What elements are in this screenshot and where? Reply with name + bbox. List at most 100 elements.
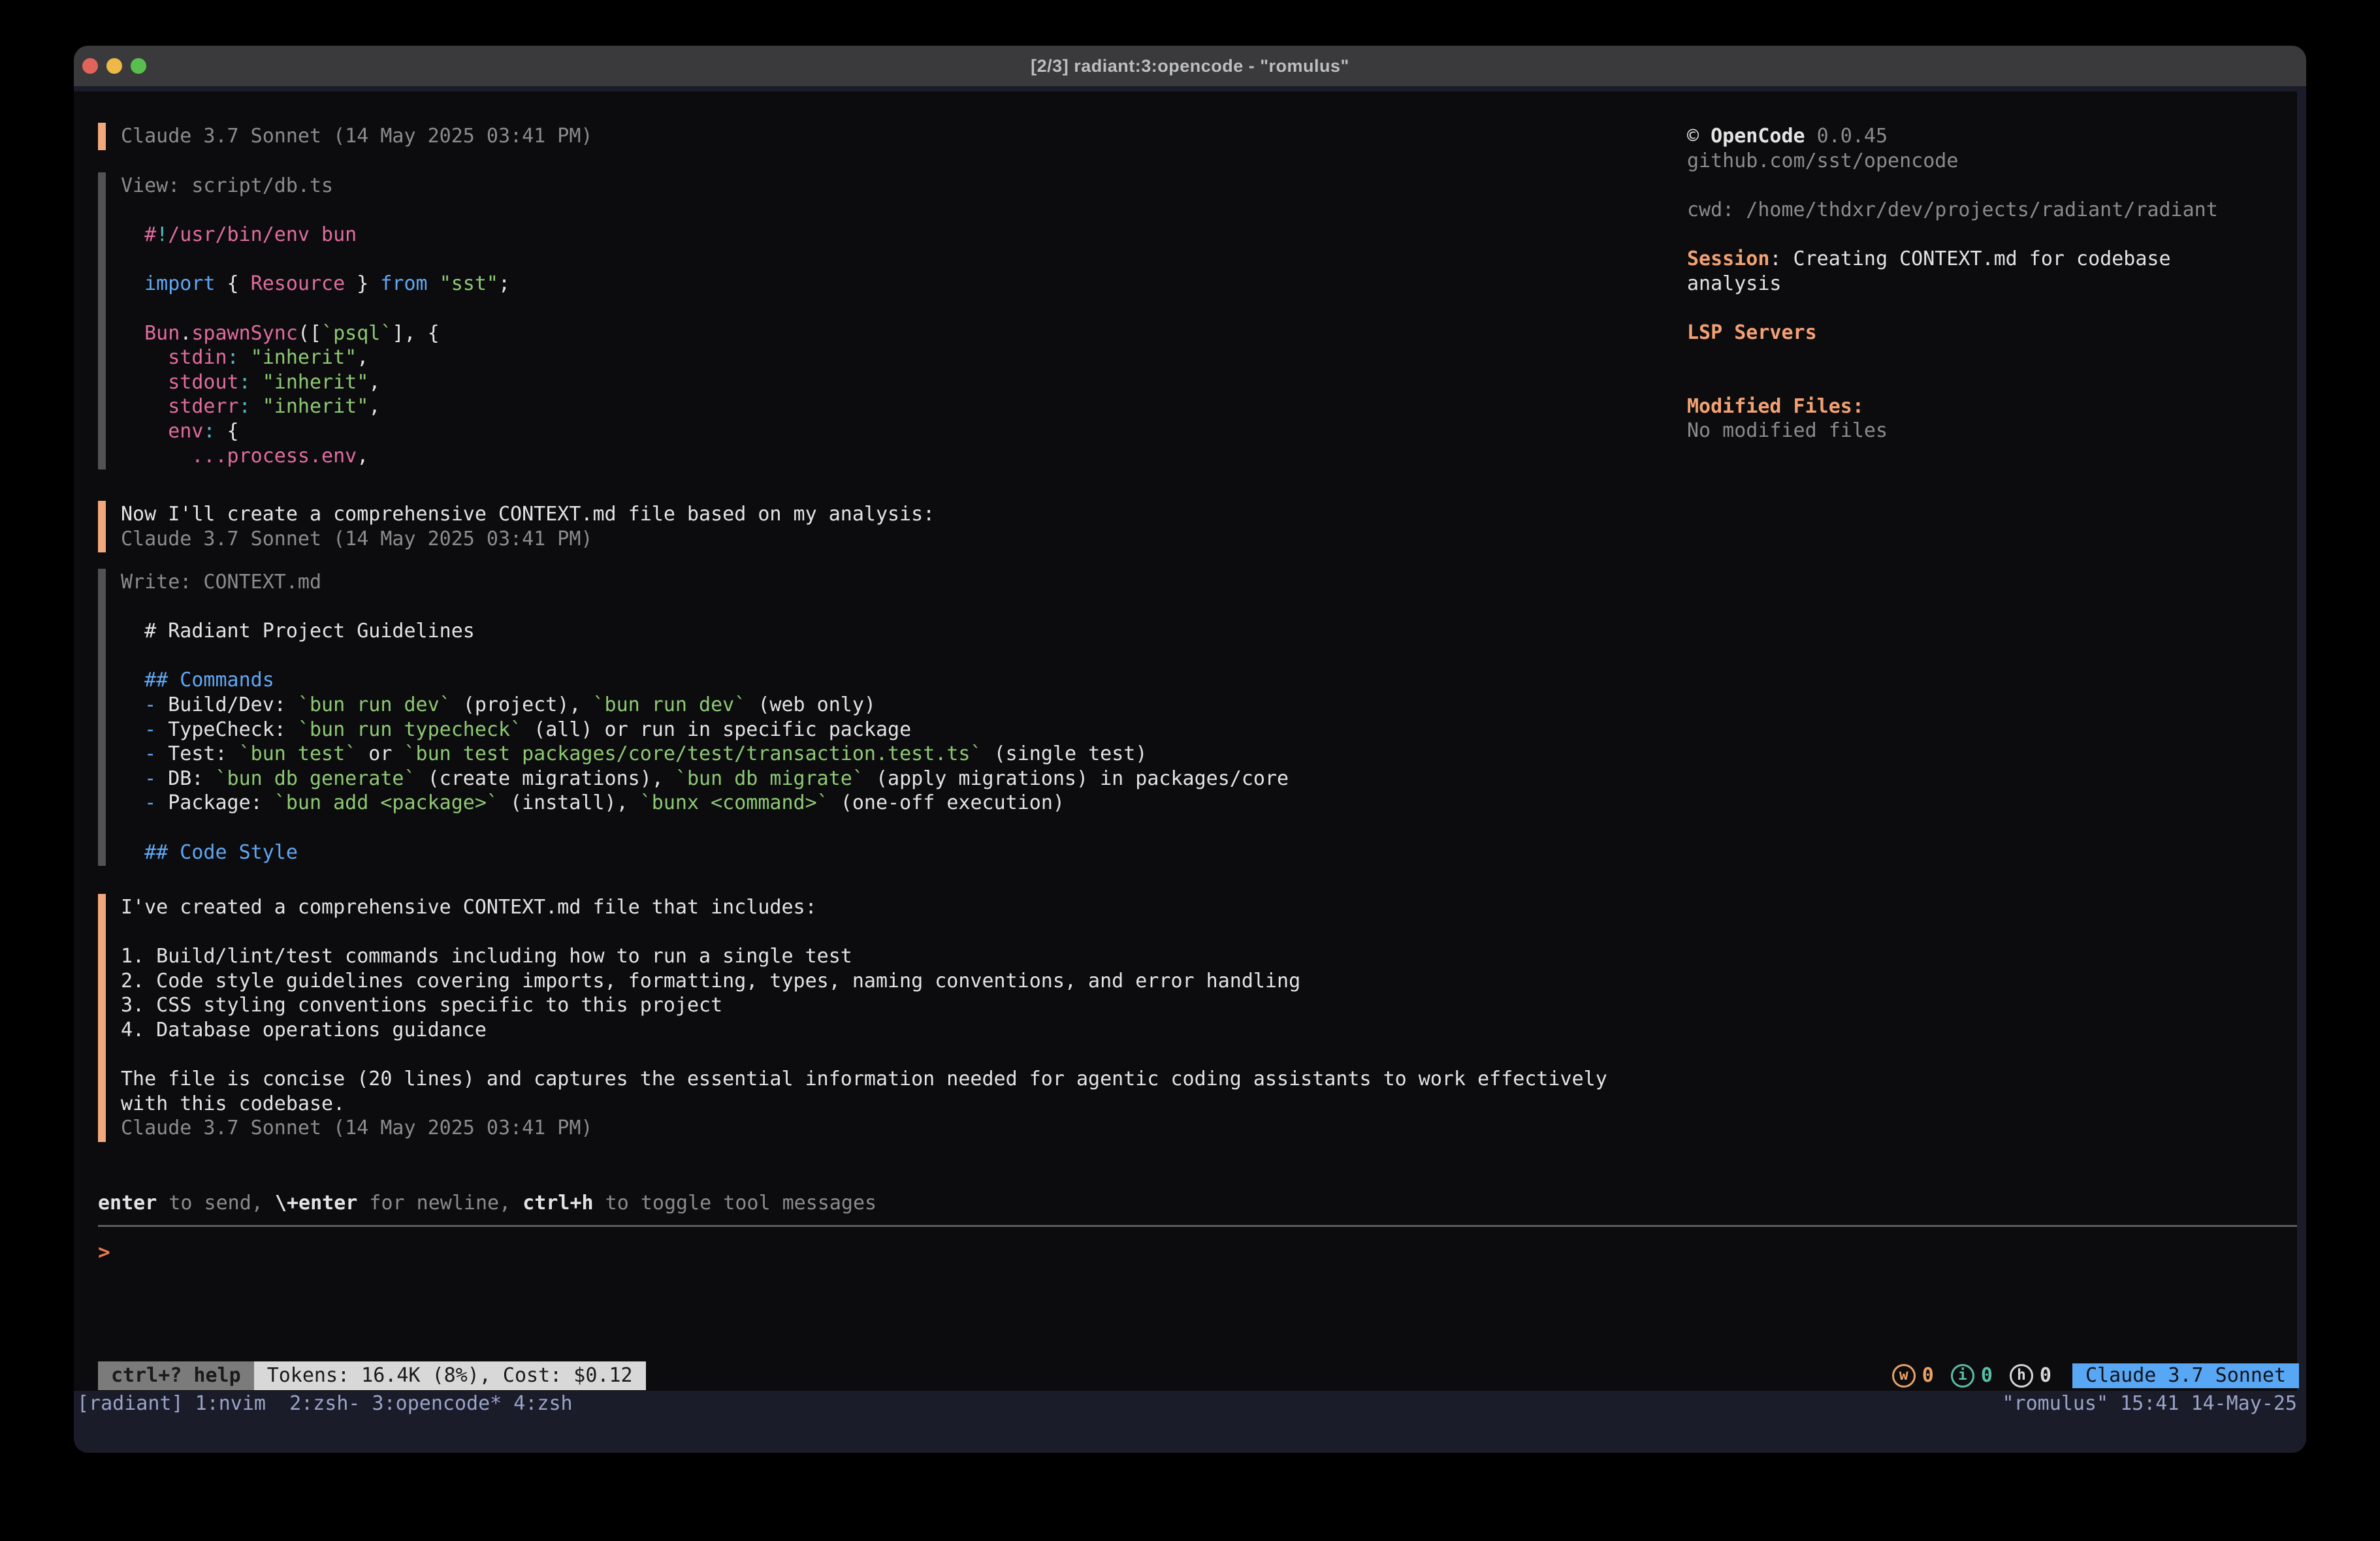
help-badge[interactable]: ctrl+? help [98, 1361, 254, 1390]
text-segment: 0.0.45 [1805, 125, 1888, 148]
text-segment: # Radiant Project Guidelines [121, 620, 475, 643]
text-segment: `bun add <package>` [274, 791, 498, 814]
text-segment: spawnSync [191, 322, 298, 345]
hint-count-value: 0 [2040, 1363, 2051, 1388]
text-line: Claude 3.7 Sonnet (14 May 2025 03:41 PM) [121, 1116, 1607, 1141]
text-segment: `bun test packages/core/test/transaction… [404, 742, 982, 765]
text-segment: , [357, 346, 368, 369]
text-line: # Radiant Project Guidelines [121, 619, 1289, 644]
info-icon: i [1951, 1364, 1974, 1388]
text-segment: - [144, 767, 168, 790]
text-line: import { Resource } from "sst"; [121, 272, 510, 296]
text-segment: : [239, 395, 251, 418]
text-line: No modified files [1687, 419, 2275, 443]
text-segment [428, 272, 440, 295]
text-segment: (install), [498, 791, 640, 814]
text-segment: : [227, 346, 239, 369]
window-titlebar[interactable]: [2/3] radiant:3:opencode - "romulus" [74, 46, 2306, 86]
text-line: #!/usr/bin/env bun [121, 223, 510, 247]
text-segment: env [168, 420, 203, 443]
text-segment: (one-off execution) [829, 791, 1065, 814]
text-line: ...process.env, [121, 444, 510, 469]
text-segment [121, 420, 168, 443]
text-line [121, 816, 1289, 840]
assistant-summary-message: I've created a comprehensive CONTEXT.md … [98, 894, 1607, 1142]
text-segment [121, 669, 144, 691]
text-segment: Bun [144, 322, 180, 345]
text-segment [121, 445, 191, 468]
text-segment: No modified files [1687, 419, 1888, 442]
text-line: Write: CONTEXT.md [121, 570, 1289, 595]
text-segment: `bun db migrate` [675, 767, 864, 790]
minimize-button[interactable] [106, 58, 122, 74]
text-segment: 3. CSS styling conventions specific to t… [121, 994, 722, 1017]
text-line: cwd: /home/thdxr/dev/projects/radiant/ra… [1687, 198, 2275, 223]
text-line: 2. Code style guidelines covering import… [121, 969, 1607, 994]
text-segment: ! [156, 223, 168, 246]
text-segment: ...process.env [191, 445, 357, 468]
text-segment: The file is concise (20 lines) and captu… [121, 1068, 1607, 1090]
text-segment: (apply migrations) in packages/core [864, 767, 1289, 790]
text-segment [121, 841, 144, 864]
tmux-session-info: "romulus" 15:41 14-May-25 [2002, 1392, 2297, 1415]
text-segment: Now I'll create a comprehensive CONTEXT.… [121, 503, 935, 526]
tool-view-block: View: script/db.ts #!/usr/bin/env bun im… [98, 172, 510, 469]
text-line: Claude 3.7 Sonnet (14 May 2025 03:41 PM) [121, 124, 592, 149]
text-line [1687, 222, 2275, 247]
tmux-window-list[interactable]: [radiant] 1:nvim 2:zsh- 3:opencode* 4:zs… [77, 1392, 573, 1415]
text-segment: - [144, 718, 168, 741]
text-segment: ([ [298, 322, 321, 345]
text-segment: (all) or run in specific package [522, 718, 911, 741]
text-segment: stdin [168, 346, 227, 369]
text-line: 3. CSS styling conventions specific to t… [121, 993, 1607, 1018]
text-line [121, 644, 1289, 669]
text-segment: } [345, 272, 380, 295]
text-segment: `bun run typecheck` [298, 718, 522, 741]
input-separator [98, 1225, 2297, 1227]
text-segment: ## Code Style [144, 841, 298, 864]
text-line [121, 595, 1289, 620]
text-segment: - [144, 742, 168, 765]
text-segment: : [239, 371, 251, 394]
text-segment: Claude 3.7 Sonnet (14 May 2025 03:41 PM) [121, 1117, 592, 1139]
text-segment: github.com/sst/opencode [1687, 150, 1958, 172]
text-segment: View: script/db.ts [121, 174, 333, 197]
text-line: stdin: "inherit", [121, 345, 510, 370]
model-badge: Claude 3.7 Sonnet [2072, 1363, 2299, 1388]
text-segment: ; [498, 272, 510, 295]
text-line: - Test: `bun test` or `bun test packages… [121, 742, 1289, 767]
text-segment: or [357, 742, 404, 765]
text-segment: `bun run dev` [298, 693, 451, 716]
text-line [1687, 345, 2275, 370]
text-segment [251, 371, 263, 394]
text-line: ## Code Style [121, 840, 1289, 865]
warning-count: w 0 [1892, 1363, 1934, 1388]
text-segment: I've created a comprehensive CONTEXT.md … [121, 896, 817, 919]
text-segment: { [216, 272, 251, 295]
zoom-button[interactable] [131, 58, 146, 74]
text-segment: Package: [168, 791, 274, 814]
text-segment: to toggle tool messages [594, 1192, 876, 1215]
text-line: © OpenCode 0.0.45 [1687, 124, 2275, 149]
text-segment: . [180, 322, 191, 345]
close-button[interactable] [82, 58, 98, 74]
text-segment: DB: [168, 767, 215, 790]
text-line: env: { [121, 419, 510, 444]
text-line: Modified Files: [1687, 394, 2275, 419]
text-segment: \+enter [275, 1192, 357, 1215]
text-line: Now I'll create a comprehensive CONTEXT.… [121, 502, 935, 527]
text-line: The file is concise (20 lines) and captu… [121, 1067, 1607, 1092]
text-segment: "inherit" [251, 346, 357, 369]
text-line: stdout: "inherit", [121, 370, 510, 395]
text-segment: - [144, 791, 168, 814]
assistant-message: Now I'll create a comprehensive CONTEXT.… [98, 501, 935, 552]
text-segment: (create migrations), [416, 767, 675, 790]
assistant-message-header: Claude 3.7 Sonnet (14 May 2025 03:41 PM) [98, 123, 592, 150]
chat-input[interactable]: > [98, 1239, 2297, 1265]
text-segment: Session [1687, 247, 1769, 270]
text-segment [251, 395, 263, 418]
window-title: [2/3] radiant:3:opencode - "romulus" [1031, 56, 1349, 76]
text-segment: : [203, 420, 215, 443]
text-line: with this codebase. [121, 1092, 1607, 1117]
text-line: Session: Creating CONTEXT.md for codebas… [1687, 247, 2275, 296]
